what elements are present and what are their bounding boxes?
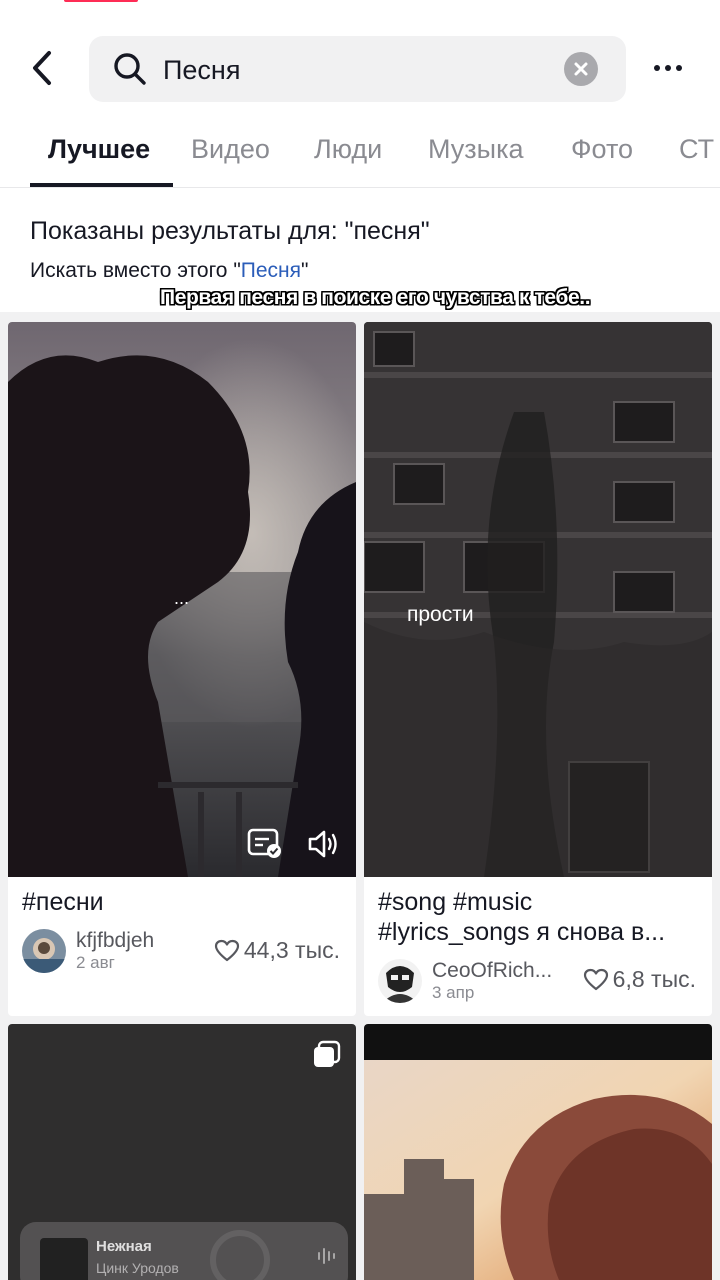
music-artist: Цинк Уродов	[96, 1260, 179, 1276]
result-card[interactable]: Нежная Цинк Уродов	[8, 1024, 356, 1280]
back-button[interactable]	[22, 48, 62, 88]
avatar[interactable]	[22, 929, 66, 973]
search-icon	[114, 53, 146, 85]
tab-videos[interactable]: Видео	[191, 134, 270, 165]
thumbnail-text: прости	[407, 603, 474, 626]
correction-text: Показаны результаты для: "песня"	[30, 217, 430, 245]
thumbnail-image	[364, 322, 712, 877]
video-caption: #песни	[22, 888, 104, 916]
clear-icon	[574, 62, 588, 76]
photo-stack-icon	[314, 1040, 341, 1067]
like-count: 44,3 тыс.	[214, 937, 340, 964]
search-input[interactable]: Песня	[89, 36, 626, 102]
album-cover	[40, 1238, 88, 1280]
result-card[interactable]: ... #песни kfjfbdjeh 2 авг 44,3 тыс.	[8, 322, 356, 1016]
music-widget[interactable]: Нежная Цинк Уродов	[20, 1222, 348, 1280]
tab-more[interactable]: СТ	[679, 134, 714, 165]
result-card[interactable]: прости #song #music #lyrics_songs я снов…	[364, 322, 712, 1016]
tab-photos[interactable]: Фото	[571, 134, 633, 165]
avatar[interactable]	[378, 959, 422, 1003]
status-accent-bar	[64, 0, 138, 2]
video-thumbnail[interactable]: прости	[364, 322, 712, 877]
music-title: Нежная	[96, 1238, 152, 1255]
search-instead-link[interactable]: Песня	[241, 259, 301, 282]
card-details: #song #music #lyrics_songs я снова в... …	[364, 877, 712, 1016]
more-icon[interactable]	[646, 48, 690, 88]
active-tab-indicator	[30, 183, 173, 187]
tab-music[interactable]: Музыка	[428, 134, 524, 165]
captions-icon[interactable]	[247, 828, 283, 860]
thumbnail-image	[364, 1024, 712, 1280]
author-info[interactable]: kfjfbdjeh 2 авг	[22, 929, 154, 973]
result-card[interactable]	[364, 1024, 712, 1280]
clear-search-button[interactable]	[564, 52, 598, 86]
search-header: Песня	[0, 34, 720, 104]
heart-icon	[583, 968, 608, 990]
tab-top[interactable]: Лучшее	[48, 134, 150, 165]
author-meta: CeoOfRich... 3 апр	[432, 959, 552, 1003]
card-details: #песни kfjfbdjeh 2 авг 44,3 тыс.	[8, 877, 356, 1016]
author-info[interactable]: CeoOfRich... 3 апр	[378, 959, 552, 1003]
photo-thumbnail[interactable]: Нежная Цинк Уродов	[8, 1024, 356, 1280]
author-name[interactable]: CeoOfRich...	[432, 959, 552, 983]
back-arrow-icon	[33, 51, 51, 85]
overlay-caption: Первая песня в поиске его чувства к тебе…	[160, 286, 591, 309]
post-date: 3 апр	[432, 983, 475, 1002]
search-correction: Показаны результаты для: "песня" Искать …	[30, 217, 430, 282]
tab-people[interactable]: Люди	[314, 134, 382, 165]
vinyl-graphic	[210, 1230, 270, 1280]
video-thumbnail[interactable]	[364, 1024, 712, 1280]
search-instead-line: Искать вместо этого "Песня"	[30, 259, 309, 282]
author-meta: kfjfbdjeh 2 авг	[76, 929, 154, 973]
like-count: 6,8 тыс.	[583, 966, 696, 993]
waveform-icon	[318, 1248, 335, 1264]
heart-icon	[214, 939, 239, 961]
post-date: 2 авг	[76, 953, 115, 972]
author-name[interactable]: kfjfbdjeh	[76, 929, 154, 953]
result-tabs: Лучшее Видео Люди Музыка Фото СТ	[0, 126, 720, 188]
search-query[interactable]: Песня	[163, 55, 240, 86]
speaker-icon[interactable]	[306, 828, 342, 860]
thumbnail-text: ...	[174, 588, 190, 608]
video-caption: #song #music #lyrics_songs я снова в...	[378, 888, 666, 946]
video-thumbnail[interactable]: ...	[8, 322, 356, 877]
